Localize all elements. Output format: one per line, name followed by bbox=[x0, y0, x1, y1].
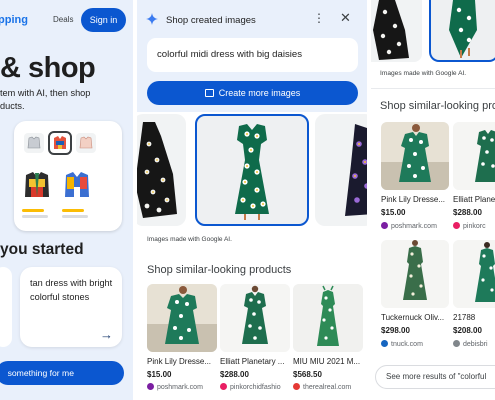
product-image[interactable] bbox=[453, 122, 495, 190]
product-price: $288.00 bbox=[453, 208, 482, 217]
top-bar: pping Deals Sign in bbox=[0, 8, 133, 34]
store-favicon-icon bbox=[381, 340, 388, 347]
sparkle-icon bbox=[146, 13, 158, 25]
screenshot-root: pping Deals Sign in & shop tem with AI, … bbox=[0, 0, 495, 400]
rating-stars bbox=[22, 209, 44, 212]
product-card[interactable]: 21788 $208.00 debisbri bbox=[453, 240, 495, 348]
gallery-caption: Images made with Google AI. bbox=[380, 70, 467, 77]
product-card[interactable]: MIU MIU 2021 M... $568.50 therealreal.co… bbox=[293, 284, 363, 391]
product-image[interactable] bbox=[220, 284, 290, 352]
panel-header: Shop created images ⋮ ✕ colorful midi dr… bbox=[137, 0, 367, 112]
store-domain: poshmark.com bbox=[157, 384, 203, 391]
get-started-heading: you started bbox=[0, 241, 84, 258]
product-store[interactable]: tnuck.com bbox=[381, 340, 451, 348]
product-card[interactable]: Elliatt Plane $288.00 pinkorc bbox=[453, 122, 495, 230]
product-store[interactable]: therealreal.com bbox=[293, 383, 363, 391]
hero-subtext-line-1: tem with AI, then shop bbox=[0, 88, 91, 98]
kebab-menu-icon[interactable]: ⋮ bbox=[313, 12, 325, 24]
product-name[interactable]: Elliatt Plane bbox=[453, 195, 495, 204]
store-favicon-icon bbox=[220, 383, 227, 390]
similar-products-heading: Shop similar-looking products bbox=[147, 264, 292, 276]
product-name[interactable]: Tuckernuck Oliv... bbox=[381, 313, 451, 322]
product-price: $15.00 bbox=[381, 208, 406, 217]
divider bbox=[371, 88, 495, 89]
generated-images-gallery bbox=[137, 114, 367, 226]
jacket-thumbnail-selected[interactable] bbox=[48, 131, 72, 155]
store-favicon-icon bbox=[381, 222, 388, 229]
generated-image-selected[interactable] bbox=[429, 0, 495, 62]
arrow-right-icon[interactable]: → bbox=[100, 327, 113, 342]
product-image[interactable] bbox=[293, 284, 363, 352]
product-image[interactable] bbox=[147, 284, 217, 352]
product-card[interactable]: Elliatt Planetary ... $288.00 pinkorchid… bbox=[220, 284, 290, 391]
rating-stars bbox=[62, 209, 84, 212]
idea-card[interactable]: tan dress with bright colorful stones → bbox=[20, 267, 122, 347]
product-store[interactable]: poshmark.com bbox=[381, 222, 451, 230]
product-image[interactable] bbox=[381, 240, 449, 308]
store-domain: poshmark.com bbox=[391, 223, 437, 230]
store-domain: pinkorchidfashio bbox=[230, 384, 281, 391]
store-domain: pinkorc bbox=[463, 223, 486, 230]
store-domain: therealreal.com bbox=[303, 384, 352, 391]
create-something-button[interactable]: something for me bbox=[0, 361, 124, 385]
deals-link[interactable]: Deals bbox=[53, 15, 73, 24]
store-favicon-icon bbox=[453, 340, 460, 347]
jacket-thumbnail[interactable] bbox=[24, 133, 44, 153]
generated-image[interactable] bbox=[371, 0, 422, 62]
product-card[interactable]: Pink Lily Dresse... $15.00 poshmark.com bbox=[381, 122, 451, 230]
sign-in-button[interactable]: Sign in bbox=[81, 8, 126, 32]
shop-created-images-panel: Shop created images ⋮ ✕ colorful midi dr… bbox=[137, 0, 367, 400]
panel-title: Shop created images bbox=[166, 15, 256, 26]
product-name[interactable]: MIU MIU 2021 M... bbox=[293, 357, 363, 366]
product-price: $288.00 bbox=[220, 370, 249, 379]
product-image[interactable] bbox=[381, 122, 449, 190]
product-card[interactable]: Tuckernuck Oliv... $298.00 tnuck.com bbox=[381, 240, 451, 348]
generated-image-selected[interactable] bbox=[195, 114, 309, 226]
create-more-images-label: Create more images bbox=[218, 88, 301, 98]
image-plus-icon bbox=[204, 89, 214, 97]
product-name[interactable]: Pink Lily Dresse... bbox=[381, 195, 451, 204]
generated-image[interactable] bbox=[315, 114, 367, 226]
hero-subtext: tem with AI, then shop ducts. bbox=[0, 87, 133, 113]
idea-card-text: tan dress with bright colorful stones bbox=[30, 278, 113, 302]
jacket-thumbnail[interactable] bbox=[76, 133, 96, 153]
hero-headline: & shop bbox=[0, 52, 96, 84]
generated-image[interactable] bbox=[137, 114, 186, 226]
price-placeholder bbox=[22, 215, 48, 218]
example-results-card[interactable] bbox=[14, 121, 122, 231]
store-favicon-icon bbox=[293, 383, 300, 390]
gallery-caption: Images made with Google AI. bbox=[147, 236, 232, 243]
product-price: $568.50 bbox=[293, 370, 322, 379]
shopping-home-panel: pping Deals Sign in & shop tem with AI, … bbox=[0, 0, 133, 400]
hero-subtext-line-2: ducts. bbox=[0, 101, 25, 111]
idea-card-partial[interactable] bbox=[0, 267, 12, 347]
store-favicon-icon bbox=[453, 222, 460, 229]
close-icon[interactable]: ✕ bbox=[340, 11, 351, 24]
product-name[interactable]: Elliatt Planetary ... bbox=[220, 357, 290, 366]
store-favicon-icon bbox=[147, 383, 154, 390]
product-name[interactable]: Pink Lily Dresse... bbox=[147, 357, 217, 366]
similar-products-panel: Images made with Google AI. Shop similar… bbox=[371, 0, 495, 400]
result-jacket-image[interactable] bbox=[62, 169, 92, 201]
create-more-images-button[interactable]: Create more images bbox=[147, 81, 358, 105]
product-price: $298.00 bbox=[381, 326, 410, 335]
similar-products-heading: Shop similar-looking produ bbox=[380, 100, 495, 112]
store-domain: tnuck.com bbox=[391, 341, 423, 348]
product-store[interactable]: pinkorc bbox=[453, 222, 495, 230]
product-store[interactable]: poshmark.com bbox=[147, 383, 217, 391]
product-name[interactable]: 21788 bbox=[453, 313, 495, 322]
product-price: $208.00 bbox=[453, 326, 482, 335]
product-store[interactable]: pinkorchidfashio bbox=[220, 383, 290, 391]
product-card[interactable]: Pink Lily Dresse... $15.00 poshmark.com bbox=[147, 284, 217, 391]
price-placeholder bbox=[62, 215, 88, 218]
store-domain: debisbri bbox=[463, 341, 488, 348]
brand-logo[interactable]: pping bbox=[0, 14, 28, 26]
product-price: $15.00 bbox=[147, 370, 172, 379]
result-jacket-image[interactable] bbox=[22, 169, 52, 201]
prompt-input[interactable]: colorful midi dress with big daisies bbox=[147, 38, 358, 72]
product-store[interactable]: debisbri bbox=[453, 340, 495, 348]
see-more-results-button[interactable]: See more results of "colorful bbox=[375, 365, 495, 389]
product-image[interactable] bbox=[453, 240, 495, 308]
